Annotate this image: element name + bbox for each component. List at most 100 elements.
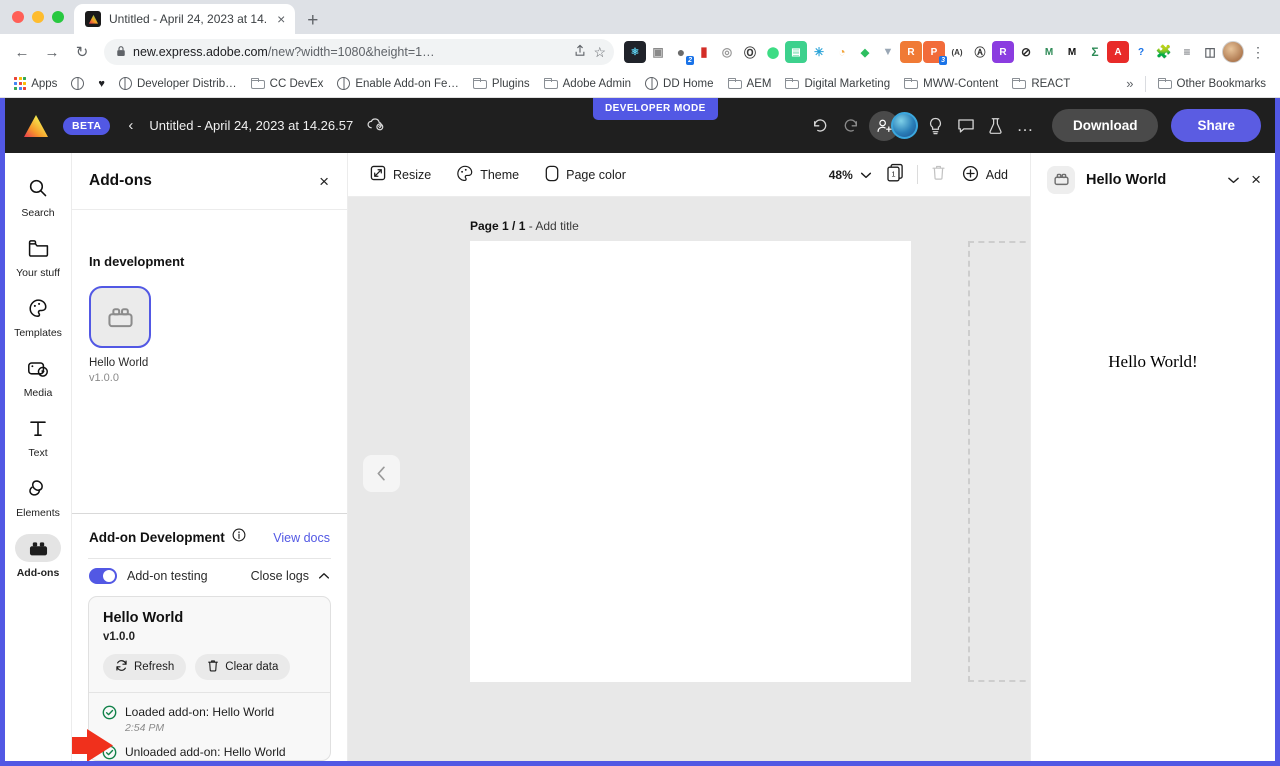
adobe-extension-icon[interactable]: A (1107, 41, 1129, 63)
bookmark-react[interactable]: REACT (1006, 75, 1076, 93)
profile-avatar[interactable] (1222, 41, 1244, 63)
bookmark-apps[interactable]: Apps (8, 74, 63, 92)
close-window-button[interactable] (12, 11, 24, 23)
axe-icon[interactable]: Ⓐ (969, 41, 991, 63)
sidebar-item-addons[interactable]: Add-ons (8, 527, 68, 585)
resize-button[interactable]: Resize (370, 165, 431, 184)
maximize-window-button[interactable] (52, 11, 64, 23)
sidebar-item-text[interactable]: Text (8, 407, 68, 465)
onepassword-icon[interactable]: Ⓞ (739, 41, 761, 63)
rss-feed-icon[interactable]: ◔ (831, 41, 853, 63)
bookmarks-overflow-button[interactable]: » (1121, 76, 1138, 91)
pocket-icon[interactable]: R (900, 41, 922, 63)
accessibility-a-icon[interactable]: (A) (946, 41, 968, 63)
back-button[interactable]: ‹ (128, 117, 133, 134)
zoom-level[interactable]: 48% (829, 168, 853, 182)
momentum-icon[interactable]: M (1061, 41, 1083, 63)
page-color-button[interactable]: Page color (545, 165, 626, 185)
other-bookmarks-button[interactable]: Other Bookmarks (1152, 75, 1272, 93)
privacy-badger-icon[interactable]: ◎ (716, 41, 738, 63)
sidebar-item-elements[interactable]: Elements (8, 467, 68, 525)
reading-list-icon[interactable]: ≡ (1176, 41, 1198, 63)
collapse-panel-button[interactable] (363, 455, 400, 492)
bookmark-adobe-admin[interactable]: Adobe Admin (538, 75, 637, 93)
chevron-down-icon[interactable] (860, 171, 872, 179)
chat-extension-icon[interactable]: ▣ (647, 41, 669, 63)
sidebar-item-your-stuff[interactable]: Your stuff (8, 227, 68, 285)
address-bar[interactable]: new.express.adobe.com/new?width=1080&hei… (104, 39, 614, 65)
bookmark-cc-devex[interactable]: CC DevEx (245, 75, 330, 93)
back-button[interactable]: ← (8, 38, 36, 66)
collaborator-avatar[interactable] (891, 112, 918, 139)
grammar-extension-icon[interactable]: ●2 (670, 41, 692, 63)
adblock-icon[interactable]: ⊘ (1015, 41, 1037, 63)
chevron-down-icon[interactable] (1227, 176, 1240, 184)
wappalyzer-icon[interactable]: R (992, 41, 1014, 63)
sidebar-item-search[interactable]: Search (8, 167, 68, 225)
bookmark-enable-addon[interactable]: Enable Add-on Fe… (331, 74, 465, 93)
chevron-up-icon[interactable] (318, 572, 330, 580)
close-logs-button[interactable]: Close logs (251, 569, 309, 583)
more-options-icon[interactable]: … (1016, 117, 1035, 134)
side-panel-icon[interactable]: ◫ (1199, 41, 1221, 63)
comment-icon[interactable] (957, 117, 975, 134)
evernote-icon[interactable]: ◆ (854, 41, 876, 63)
bookmark-developer-distribution[interactable]: Developer Distrib… (113, 74, 243, 93)
share-icon[interactable] (574, 44, 586, 60)
bookmark-heart[interactable]: ♥ (92, 75, 111, 93)
vimeo-icon[interactable]: ▼ (877, 41, 899, 63)
postman-icon[interactable]: P3 (923, 41, 945, 63)
browser-tab[interactable]: Untitled - April 24, 2023 at 14. × (74, 4, 295, 34)
pages-stack-icon[interactable]: 1 (886, 163, 904, 187)
add-page-button[interactable]: Add (959, 165, 1011, 185)
sigma-extension-icon[interactable]: Σ (1084, 41, 1106, 63)
asterisk-extension-icon[interactable]: ✳ (808, 41, 830, 63)
undo-icon[interactable] (811, 118, 829, 134)
info-extension-icon[interactable]: ? (1130, 41, 1152, 63)
redo-icon[interactable] (842, 118, 860, 134)
close-icon[interactable]: × (1251, 171, 1261, 188)
close-tab-button[interactable]: × (275, 12, 287, 26)
adobe-express-logo[interactable] (23, 114, 49, 138)
theme-button[interactable]: Theme (457, 165, 519, 184)
bookmark-dd-home[interactable]: DD Home (639, 74, 719, 93)
sidebar-item-templates[interactable]: Templates (8, 287, 68, 345)
document-title[interactable]: Untitled - April 24, 2023 at 14.26.57 (149, 118, 353, 133)
minimize-window-button[interactable] (32, 11, 44, 23)
android-icon[interactable]: ⬤ (762, 41, 784, 63)
reload-button[interactable]: ↻ (68, 38, 96, 66)
view-docs-link[interactable]: View docs (273, 531, 330, 545)
extensions-puzzle-icon[interactable]: 🧩 (1153, 41, 1175, 63)
download-button[interactable]: Download (1052, 109, 1159, 142)
bookmark-digital-marketing[interactable]: Digital Marketing (779, 75, 896, 93)
bookmark-globe-1[interactable] (65, 74, 90, 93)
share-button[interactable]: Share (1171, 109, 1261, 142)
markdown-icon[interactable]: M (1038, 41, 1060, 63)
page-label[interactable]: Page 1 / 1 - Add title (470, 219, 579, 233)
new-tab-button[interactable]: + (295, 11, 330, 30)
clear-data-button[interactable]: Clear data (195, 654, 290, 680)
forward-button[interactable]: → (38, 38, 66, 66)
bookmark-label: CC DevEx (270, 78, 324, 90)
bookmark-mww-content[interactable]: MWW-Content (898, 75, 1004, 93)
delete-page-button[interactable] (931, 164, 946, 186)
canvas-area[interactable]: Page 1 / 1 - Add title (348, 197, 1030, 761)
next-page-placeholder[interactable] (968, 241, 1030, 682)
addon-testing-toggle[interactable] (89, 568, 117, 584)
info-icon[interactable] (232, 528, 246, 547)
close-icon[interactable]: × (319, 173, 329, 190)
beaker-icon[interactable] (988, 117, 1003, 135)
sidebar-item-media[interactable]: Media (8, 347, 68, 405)
bitwarden-icon[interactable]: ▤ (785, 41, 807, 63)
lightbulb-icon[interactable] (927, 117, 944, 135)
bookmark-aem[interactable]: AEM (722, 75, 778, 93)
lastpass-icon[interactable]: ▮ (693, 41, 715, 63)
react-devtools-icon[interactable]: ⚛ (624, 41, 646, 63)
chrome-menu-icon[interactable]: ⋮ (1245, 44, 1272, 61)
bookmark-star-icon[interactable]: ☆ (593, 44, 606, 61)
addon-card[interactable]: Hello World v1.0.0 (72, 269, 162, 384)
bookmark-plugins[interactable]: Plugins (467, 75, 536, 93)
resize-icon (370, 165, 386, 184)
page-canvas-sheet[interactable] (470, 241, 911, 682)
refresh-button[interactable]: Refresh (103, 654, 186, 680)
